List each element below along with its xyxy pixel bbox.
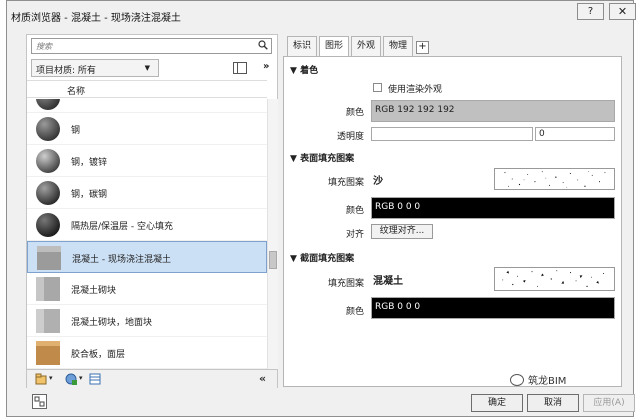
section-cut-pattern[interactable]: ▼ 截面填充图案 xyxy=(290,251,354,264)
list-item-label: 混凝土砌块，地面块 xyxy=(71,318,153,328)
list-item[interactable]: 隔热层/保温层 - 空心填充 xyxy=(27,209,267,241)
collapse-library-button[interactable]: « xyxy=(259,372,266,385)
material-list: 钢 钢，镀锌 钢，碳钢 隔热层/保温层 - 空心填充 混凝土 - 现场浇注混凝土… xyxy=(27,99,267,369)
list-item-label: 隔热层/保温层 - 空心填充 xyxy=(71,222,174,232)
transparency-input[interactable]: 0 xyxy=(535,127,615,141)
column-header-name: 名称 xyxy=(67,87,86,97)
expand-library-button[interactable]: » xyxy=(263,61,269,72)
material-thumbnail xyxy=(36,309,60,333)
cancel-button[interactable]: 取消 xyxy=(527,394,579,412)
list-item[interactable]: 胶合板，面层 xyxy=(27,337,267,369)
texture-align-button[interactable]: 纹理对齐... xyxy=(371,224,433,239)
list-item-selected[interactable]: 混凝土 - 现场浇注混凝土 xyxy=(27,241,267,273)
chevron-down-icon: ▼ xyxy=(144,64,150,72)
list-item[interactable] xyxy=(27,99,267,113)
open-library-icon[interactable] xyxy=(35,373,47,385)
list-item-label: 混凝土砌块 xyxy=(71,286,117,296)
transparency-label: 透明度 xyxy=(336,132,364,142)
section-cut-title: 截面填充图案 xyxy=(300,254,355,264)
material-editor-toggle-icon[interactable] xyxy=(32,394,47,409)
shading-color-label: 颜色 xyxy=(345,108,364,118)
material-thumbnail xyxy=(36,181,60,205)
chevron-down-icon[interactable]: ▾ xyxy=(49,374,53,382)
list-item[interactable]: 钢，镀锌 xyxy=(27,145,267,177)
material-thumbnail xyxy=(36,149,60,173)
material-thumbnail xyxy=(36,99,60,110)
apply-button[interactable]: 应用(A) xyxy=(583,394,635,412)
tab-graphics[interactable]: 图形 xyxy=(319,36,349,57)
list-item[interactable]: 钢 xyxy=(27,113,267,145)
cut-fill-name[interactable]: 混凝土 xyxy=(373,272,403,287)
help-button[interactable]: ? xyxy=(577,3,604,20)
cut-fill-label: 填充图案 xyxy=(327,279,364,289)
list-item-label: 钢，镀锌 xyxy=(71,158,108,168)
list-item-label: 混凝土 - 现场浇注混凝土 xyxy=(72,255,171,265)
surface-color-label: 颜色 xyxy=(345,206,364,216)
scrollbar-thumb[interactable] xyxy=(269,251,277,269)
use-render-appearance-label: 使用渲染外观 xyxy=(388,85,443,95)
tab-physical[interactable]: 物理 xyxy=(383,36,413,56)
view-options-icon[interactable] xyxy=(233,62,247,74)
library-toolbar: ▾ ▾ « xyxy=(27,369,277,388)
collapse-triangle-icon: ▼ xyxy=(290,154,297,164)
cut-pattern-preview[interactable] xyxy=(494,267,615,291)
section-shading[interactable]: ▼ 着色 xyxy=(290,63,318,76)
collapse-triangle-icon: ▼ xyxy=(290,254,297,264)
material-thumbnail xyxy=(37,246,61,270)
tab-appearance[interactable]: 外观 xyxy=(351,36,381,56)
cut-color-swatch[interactable]: RGB 0 0 0 xyxy=(371,297,615,319)
window-title: 材质浏览器 - 混凝土 - 现场浇注混凝土 xyxy=(11,13,181,24)
tab-identity[interactable]: 标识 xyxy=(287,36,317,56)
surface-fill-label: 填充图案 xyxy=(327,178,364,188)
asset-browser-icon[interactable] xyxy=(89,373,101,385)
search-placeholder: 搜索 xyxy=(36,42,52,51)
title-bar[interactable]: 材质浏览器 - 混凝土 - 现场浇注混凝土 ? ✕ xyxy=(7,1,636,28)
material-list-panel: 搜索 项目材质: 所有 ▼ » 名称 钢 钢，镀锌 钢，碳钢 隔热层/保温层 -… xyxy=(26,34,278,388)
list-item[interactable]: 混凝土砌块 xyxy=(27,273,267,305)
create-material-icon[interactable] xyxy=(65,373,77,385)
wechat-icon xyxy=(510,374,524,386)
list-item-label: 钢，碳钢 xyxy=(71,190,108,200)
section-surface-title: 表面填充图案 xyxy=(300,154,355,164)
material-thumbnail xyxy=(36,341,60,365)
list-item-label: 胶合板，面层 xyxy=(71,350,126,360)
collapse-triangle-icon: ▼ xyxy=(290,66,297,76)
material-thumbnail xyxy=(36,213,60,237)
surface-align-label: 对齐 xyxy=(345,230,364,240)
watermark: 筑龙BIM xyxy=(528,376,567,387)
material-thumbnail xyxy=(36,277,60,301)
shading-color-swatch[interactable]: RGB 192 192 192 xyxy=(371,100,615,122)
search-input[interactable]: 搜索 xyxy=(31,38,272,54)
use-render-appearance-checkbox[interactable] xyxy=(373,83,382,92)
add-tab-button[interactable]: + xyxy=(416,41,429,54)
graphics-panel: ▼ 着色 使用渲染外观 颜色 RGB 192 192 192 透明度 0 ▼ 表… xyxy=(283,56,622,387)
surface-fill-name[interactable]: 沙 xyxy=(373,172,383,187)
section-shading-title: 着色 xyxy=(300,66,319,76)
close-button[interactable]: ✕ xyxy=(609,3,636,20)
list-item[interactable]: 混凝土砌块，地面块 xyxy=(27,305,267,337)
library-filter-label: 项目材质: 所有 xyxy=(36,66,96,76)
cut-color-label: 颜色 xyxy=(345,307,364,317)
list-item-label: 钢 xyxy=(71,126,81,136)
material-thumbnail xyxy=(36,117,60,141)
surface-color-swatch[interactable]: RGB 0 0 0 xyxy=(371,197,615,219)
surface-pattern-preview[interactable] xyxy=(494,168,615,190)
search-icon[interactable] xyxy=(258,40,268,53)
section-surface-pattern[interactable]: ▼ 表面填充图案 xyxy=(290,151,354,164)
column-header[interactable]: 名称 xyxy=(27,80,267,98)
ok-button[interactable]: 确定 xyxy=(471,394,523,412)
library-filter-dropdown[interactable]: 项目材质: 所有 ▼ xyxy=(31,59,159,77)
chevron-down-icon[interactable]: ▾ xyxy=(79,374,83,382)
list-item[interactable]: 钢，碳钢 xyxy=(27,177,267,209)
list-scrollbar[interactable] xyxy=(267,99,278,369)
transparency-slider[interactable] xyxy=(371,127,533,141)
